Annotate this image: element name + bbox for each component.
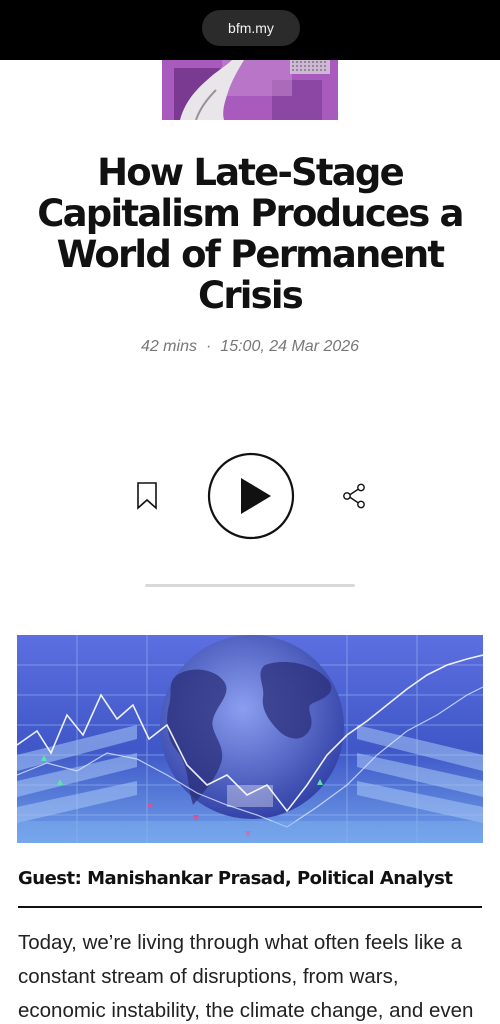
stock-market-globe-image (17, 635, 483, 843)
guest-line: Guest: Manishankar Prasad, Political Ana… (18, 868, 453, 889)
episode-datetime: 15:00, 24 Mar 2026 (220, 338, 360, 355)
episode-title: How Late-Stage Capitalism Produces a Wor… (37, 151, 464, 317)
article-image (17, 635, 483, 843)
playback-progress-bar[interactable] (145, 584, 355, 587)
article-paragraph: Today, we’re living through what often f… (18, 931, 474, 1022)
episode-meta: 42 mins · 15:00, 24 Mar 2026 (0, 338, 500, 356)
play-button[interactable] (207, 452, 295, 540)
episode-duration: 42 mins (140, 338, 197, 355)
share-icon (343, 483, 365, 509)
podcast-cover-image (162, 60, 338, 120)
play-icon (207, 452, 295, 540)
player-controls (0, 450, 500, 542)
share-button[interactable] (340, 482, 368, 510)
meta-separator: · (205, 338, 212, 355)
url-pill[interactable]: bfm.my (202, 10, 300, 46)
section-divider (18, 906, 482, 908)
browser-top-bar: bfm.my (0, 0, 500, 60)
bookmark-icon (137, 482, 157, 510)
hero-image (162, 60, 338, 120)
bookmark-button[interactable] (134, 481, 160, 511)
